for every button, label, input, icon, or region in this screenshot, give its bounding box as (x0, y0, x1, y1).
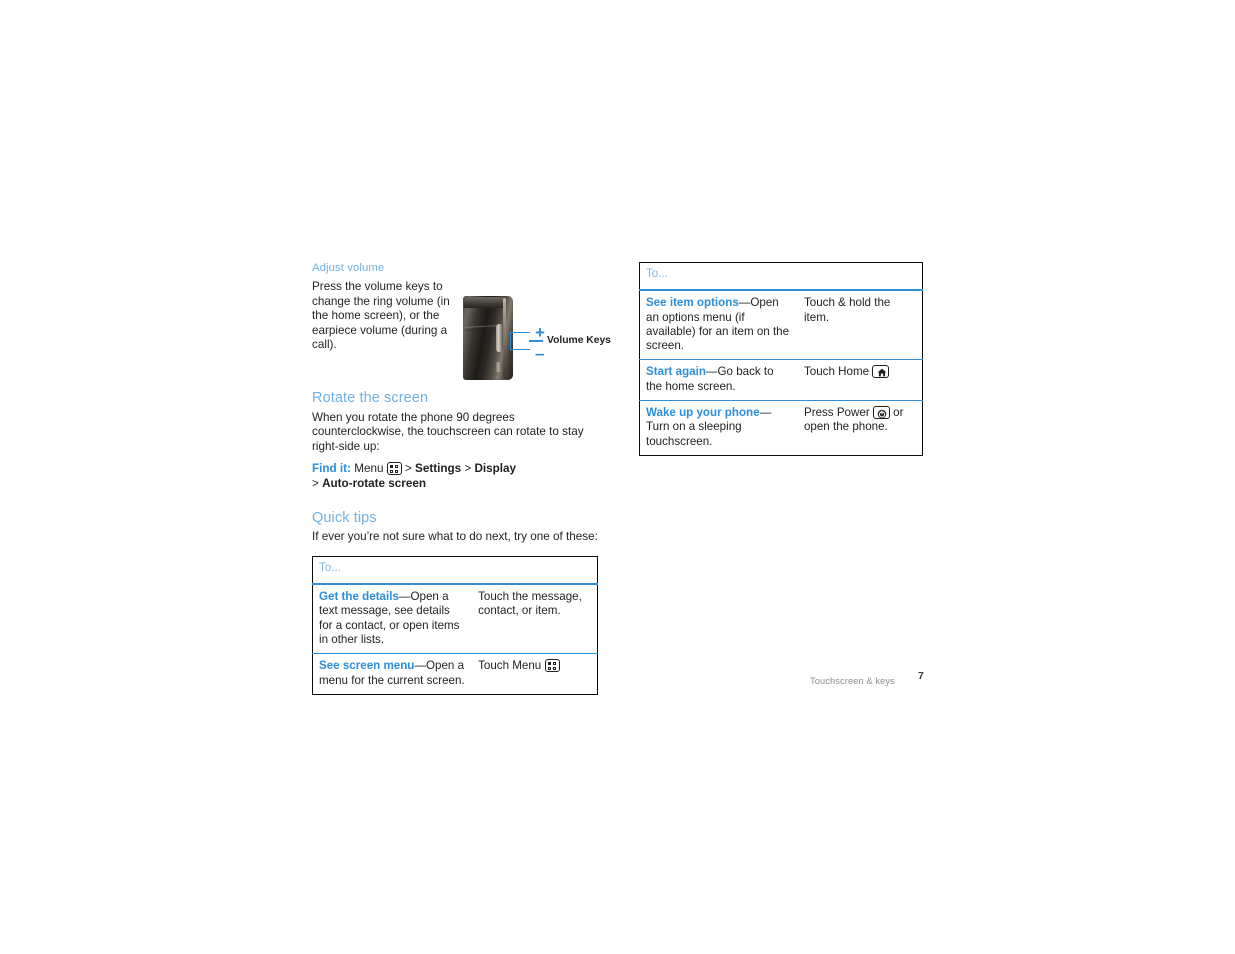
tip-action-prefix: Press Power (803, 406, 870, 420)
table-header-row: To... (639, 262, 923, 292)
find-it-separator-2: > (464, 462, 472, 476)
phone-seam-shadow (464, 328, 499, 331)
volume-up-plus-icon: + (535, 322, 545, 342)
tip-action: Touch & hold the item. (803, 296, 891, 324)
adjust-volume-heading: Adjust volume (312, 262, 385, 274)
table-header-cell: To... (639, 262, 923, 292)
table-cell-action: Touch Home (797, 359, 923, 401)
table-header-row: To... (312, 556, 598, 586)
tip-term: Wake up your phone (646, 406, 760, 420)
callout-bracket-icon (510, 331, 530, 350)
phone-body-image (463, 295, 513, 380)
tip-action: Touch the message, contact, or item. (478, 590, 582, 618)
shortcuts-table: To... See item options—Open an options m… (639, 262, 923, 456)
tip-term: Get the details (319, 590, 399, 604)
table-cell-action: Touch the message, contact, or item. (472, 584, 597, 654)
quick-tips-heading: Quick tips (312, 509, 377, 526)
find-it-item-auto-rotate: Auto-rotate screen (322, 477, 426, 491)
tip-action: Touch Home (803, 365, 870, 379)
table-row: Get the details—Open a text message, see… (313, 584, 598, 654)
tip-action: Touch Menu (478, 659, 542, 673)
phone-side-button (496, 361, 502, 372)
menu-key-icon (544, 659, 560, 673)
footer-chapter-title: Touchscreen & keys (810, 676, 895, 686)
footer-page-number: 7 (918, 670, 924, 682)
table-cell-description: Get the details—Open a text message, see… (313, 584, 473, 654)
table-cell-description: See screen menu—Open a menu for the curr… (312, 653, 473, 695)
rotate-screen-find-it-path: Find it: Menu > Settings > Display > Auto… (312, 462, 598, 491)
menu-key-icon (386, 462, 402, 476)
home-key-icon (872, 365, 890, 379)
table-cell-action: Touch & hold the item. (798, 290, 923, 360)
right-column: To... See item options—Open an options m… (639, 262, 923, 456)
volume-down-minus-icon: – (535, 343, 545, 363)
menu-key-grid (547, 662, 557, 670)
volume-keys-callout-label: Volume Keys (547, 334, 611, 346)
left-column: Adjust volume Press the volume keys to c… (312, 262, 611, 695)
tip-term: See screen menu (319, 659, 415, 673)
phone-edge-highlight (503, 297, 506, 378)
find-it-separator-1: > (404, 462, 412, 476)
phone-top-bevel (463, 296, 507, 308)
table-row: Wake up your phone—Turn on a sleeping to… (639, 400, 923, 456)
find-it-label: Find it: (312, 462, 351, 476)
table-row: See screen menu—Open a menu for the curr… (312, 653, 598, 695)
menu-key-grid (390, 465, 399, 474)
find-it-item-display: Display (474, 462, 517, 476)
table-row: Start again—Go back to the home screen. … (639, 359, 923, 401)
find-it-separator-3: > (312, 477, 319, 491)
power-key-icon (872, 406, 890, 420)
footer-inner: Touchscreen & keys 7 (810, 670, 925, 689)
table-cell-description: See item options—Open an options menu (i… (640, 290, 798, 360)
find-it-menu-word: Menu (354, 462, 384, 476)
table-cell-description: Wake up your phone—Turn on a sleeping to… (639, 400, 798, 456)
home-glyph-svg (877, 369, 887, 377)
table-cell-action: Touch Menu (472, 653, 598, 695)
table-row: See item options—Open an options menu (i… (640, 290, 923, 360)
table-cell-action: Press Power or open the phone. (797, 400, 923, 456)
phone-illustration: + – Volume Keys (463, 295, 611, 388)
quick-tips-table: To... Get the details—Open a text messag… (312, 555, 598, 695)
tip-term: Start again (646, 365, 706, 379)
adjust-volume-body: Press the volume keys to change the ring… (312, 279, 450, 352)
quick-tips-body: If ever you’re not sure what to do next,… (312, 530, 598, 544)
find-it-item-settings: Settings (415, 462, 462, 476)
rotate-screen-heading: Rotate the screen (312, 389, 429, 406)
rotate-screen-body: When you rotate the phone 90 degrees cou… (312, 410, 584, 453)
table-cell-description: Start again—Go back to the home screen. (639, 359, 798, 401)
volume-key-rocker (496, 323, 503, 352)
tip-term: See item options (646, 296, 739, 310)
power-glyph-svg (878, 409, 887, 418)
table-header-cell: To... (312, 556, 598, 586)
